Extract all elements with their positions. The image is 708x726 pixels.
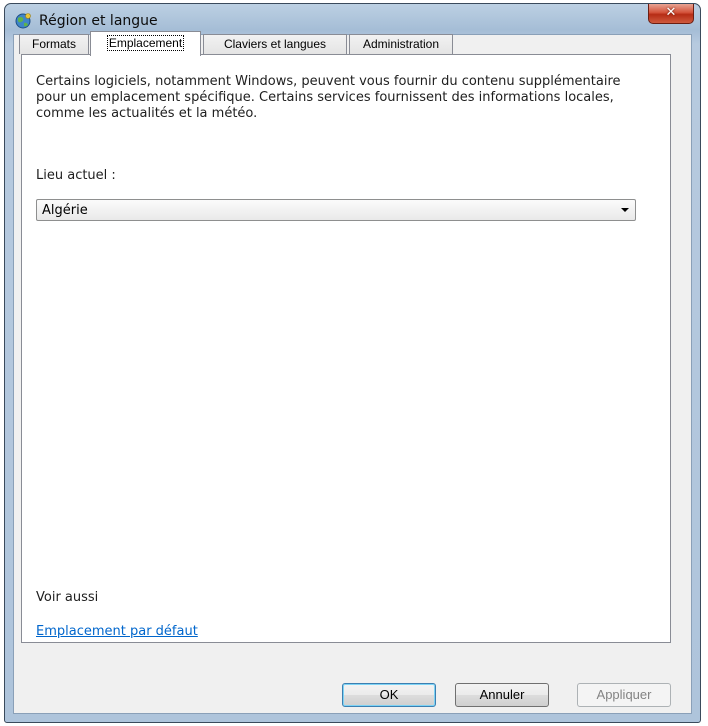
tab-label: Claviers et langues xyxy=(223,37,327,51)
tab-claviers-et-langues[interactable]: Claviers et langues xyxy=(203,34,347,54)
location-dropdown[interactable]: Algérie xyxy=(36,199,636,221)
location-dropdown-value: Algérie xyxy=(42,203,88,218)
default-location-link[interactable]: Emplacement par défaut xyxy=(36,624,198,639)
window-title: Région et langue xyxy=(39,13,158,29)
chevron-down-icon[interactable] xyxy=(621,208,629,212)
tab-administration[interactable]: Administration xyxy=(349,34,453,54)
tab-emplacement[interactable]: Emplacement xyxy=(90,31,201,56)
description-text: Certains logiciels, notamment Windows, p… xyxy=(36,74,621,121)
current-location-label: Lieu actuel : xyxy=(36,168,116,183)
cancel-button[interactable]: Annuler xyxy=(455,683,549,707)
tab-label: Administration xyxy=(362,37,440,51)
tab-panel-emplacement: Certains logiciels, notamment Windows, p… xyxy=(21,54,671,643)
region-language-dialog: Région et langue ✕ Formats Emplacement C… xyxy=(4,3,701,723)
close-button[interactable]: ✕ xyxy=(648,4,694,24)
tab-formats[interactable]: Formats xyxy=(19,34,89,54)
tab-label: Formats xyxy=(31,37,76,51)
see-also-label: Voir aussi xyxy=(36,590,99,605)
tab-label: Emplacement xyxy=(106,35,185,51)
ok-button[interactable]: OK xyxy=(342,683,436,707)
apply-button[interactable]: Appliquer xyxy=(577,683,671,707)
globe-icon xyxy=(15,13,31,29)
close-icon: ✕ xyxy=(665,5,677,20)
